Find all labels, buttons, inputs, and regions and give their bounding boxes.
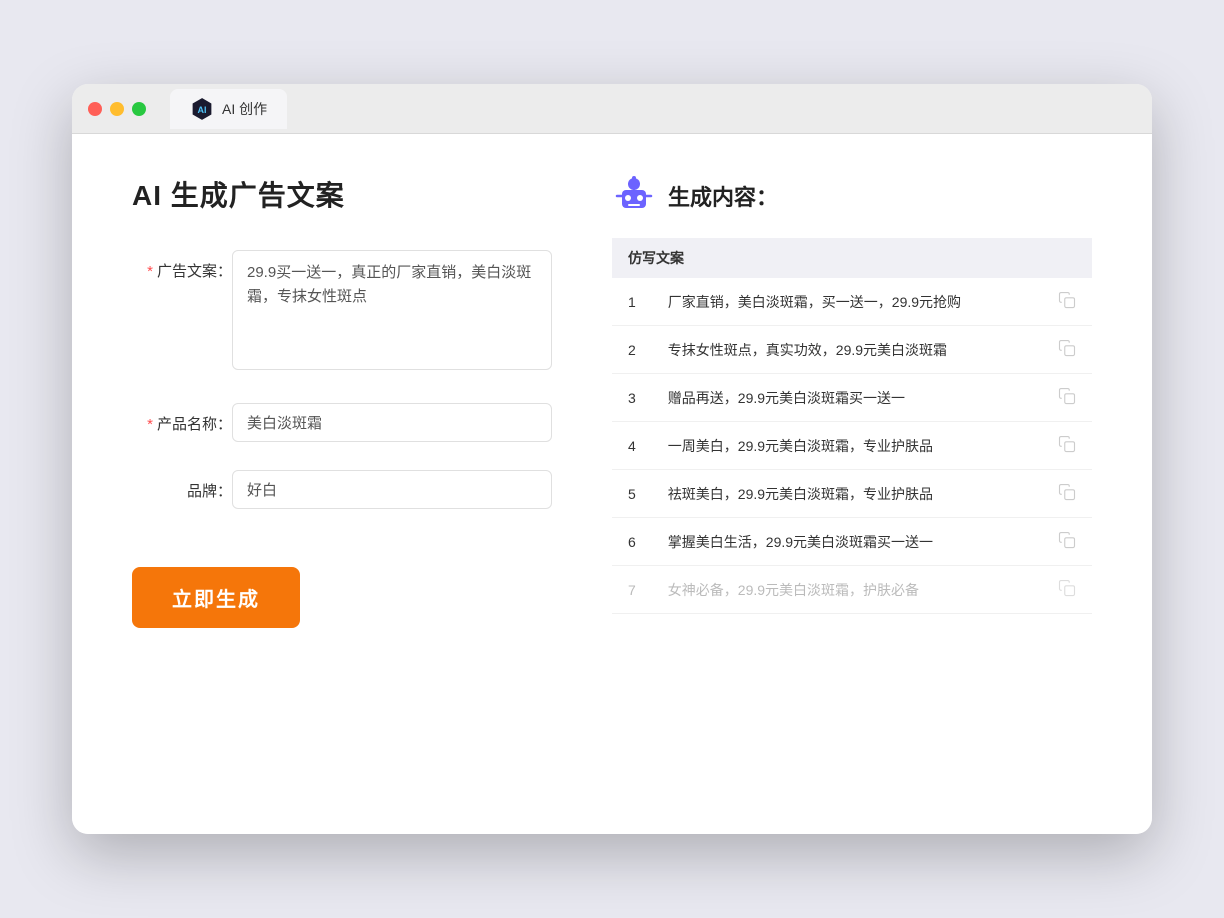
minimize-button[interactable] [110,102,124,116]
brand-row: 品牌： [132,470,552,509]
generate-button[interactable]: 立即生成 [132,567,300,628]
copy-icon[interactable] [1058,440,1076,456]
result-title: 生成内容： [668,180,778,212]
row-number: 6 [612,518,652,566]
product-name-label: *产品名称： [132,403,232,434]
copy-icon[interactable] [1058,392,1076,408]
left-panel: AI 生成广告文案 *广告文案： 29.9买一送一，真正的厂家直销，美白淡斑霜，… [132,174,552,628]
ad-copy-textarea[interactable]: 29.9买一送一，真正的厂家直销，美白淡斑霜，专抹女性斑点 [232,250,552,370]
page-title: AI 生成广告文案 [132,174,552,214]
brand-input[interactable] [232,470,552,509]
required-star: * [147,263,153,280]
browser-content: AI 生成广告文案 *广告文案： 29.9买一送一，真正的厂家直销，美白淡斑霜，… [72,134,1152,834]
ai-tab-icon: AI [190,97,214,121]
copy-cell [1042,374,1092,422]
copy-cell [1042,566,1092,614]
table-row: 1厂家直销，美白淡斑霜，买一送一，29.9元抢购 [612,278,1092,326]
svg-text:AI: AI [198,104,207,114]
copy-icon[interactable] [1058,296,1076,312]
browser-window: AI AI 创作 AI 生成广告文案 *广告文案： 29.9买一送一，真正的厂家… [72,84,1152,834]
main-layout: AI 生成广告文案 *广告文案： 29.9买一送一，真正的厂家直销，美白淡斑霜，… [132,174,1092,628]
row-number: 7 [612,566,652,614]
copy-icon[interactable] [1058,488,1076,504]
titlebar: AI AI 创作 [72,84,1152,134]
product-name-row: *产品名称： [132,403,552,442]
action-column-header [1042,238,1092,278]
browser-tab[interactable]: AI AI 创作 [170,89,287,129]
row-number: 4 [612,422,652,470]
copy-cell [1042,422,1092,470]
table-row: 3赠品再送，29.9元美白淡斑霜买一送一 [612,374,1092,422]
copy-cell [1042,518,1092,566]
tab-label: AI 创作 [222,99,267,119]
table-row: 6掌握美白生活，29.9元美白淡斑霜买一送一 [612,518,1092,566]
copy-icon[interactable] [1058,344,1076,360]
row-text: 女神必备，29.9元美白淡斑霜，护肤必备 [652,566,1042,614]
row-text: 祛斑美白，29.9元美白淡斑霜，专业护肤品 [652,470,1042,518]
ad-copy-row: *广告文案： 29.9买一送一，真正的厂家直销，美白淡斑霜，专抹女性斑点 [132,250,552,375]
traffic-lights [88,102,146,116]
ad-copy-input-wrap: 29.9买一送一，真正的厂家直销，美白淡斑霜，专抹女性斑点 [232,250,552,375]
copy-cell [1042,470,1092,518]
row-text: 一周美白，29.9元美白淡斑霜，专业护肤品 [652,422,1042,470]
brand-label: 品牌： [132,470,232,501]
result-header: 生成内容： [612,174,1092,218]
copy-icon[interactable] [1058,584,1076,600]
product-name-input-wrap [232,403,552,442]
result-table: 仿写文案 1厂家直销，美白淡斑霜，买一送一，29.9元抢购2专抹女性斑点，真实功… [612,238,1092,614]
row-text: 掌握美白生活，29.9元美白淡斑霜买一送一 [652,518,1042,566]
row-number: 5 [612,470,652,518]
close-button[interactable] [88,102,102,116]
ad-copy-label: *广告文案： [132,250,232,281]
row-text: 赠品再送，29.9元美白淡斑霜买一送一 [652,374,1042,422]
copy-icon[interactable] [1058,536,1076,552]
table-row: 2专抹女性斑点，真实功效，29.9元美白淡斑霜 [612,326,1092,374]
row-number: 1 [612,278,652,326]
product-name-input[interactable] [232,403,552,442]
row-text: 专抹女性斑点，真实功效，29.9元美白淡斑霜 [652,326,1042,374]
right-panel: 生成内容： 仿写文案 1厂家直销，美白淡斑霜，买一送一，29.9元抢购2专抹女性… [612,174,1092,628]
copy-cell [1042,278,1092,326]
copy-cell [1042,326,1092,374]
row-text: 厂家直销，美白淡斑霜，买一送一，29.9元抢购 [652,278,1042,326]
brand-input-wrap [232,470,552,509]
required-star-2: * [147,416,153,433]
row-number: 3 [612,374,652,422]
robot-icon [612,174,656,218]
table-row: 4一周美白，29.9元美白淡斑霜，专业护肤品 [612,422,1092,470]
row-number: 2 [612,326,652,374]
maximize-button[interactable] [132,102,146,116]
table-row: 5祛斑美白，29.9元美白淡斑霜，专业护肤品 [612,470,1092,518]
column-header: 仿写文案 [612,238,1042,278]
table-row: 7女神必备，29.9元美白淡斑霜，护肤必备 [612,566,1092,614]
